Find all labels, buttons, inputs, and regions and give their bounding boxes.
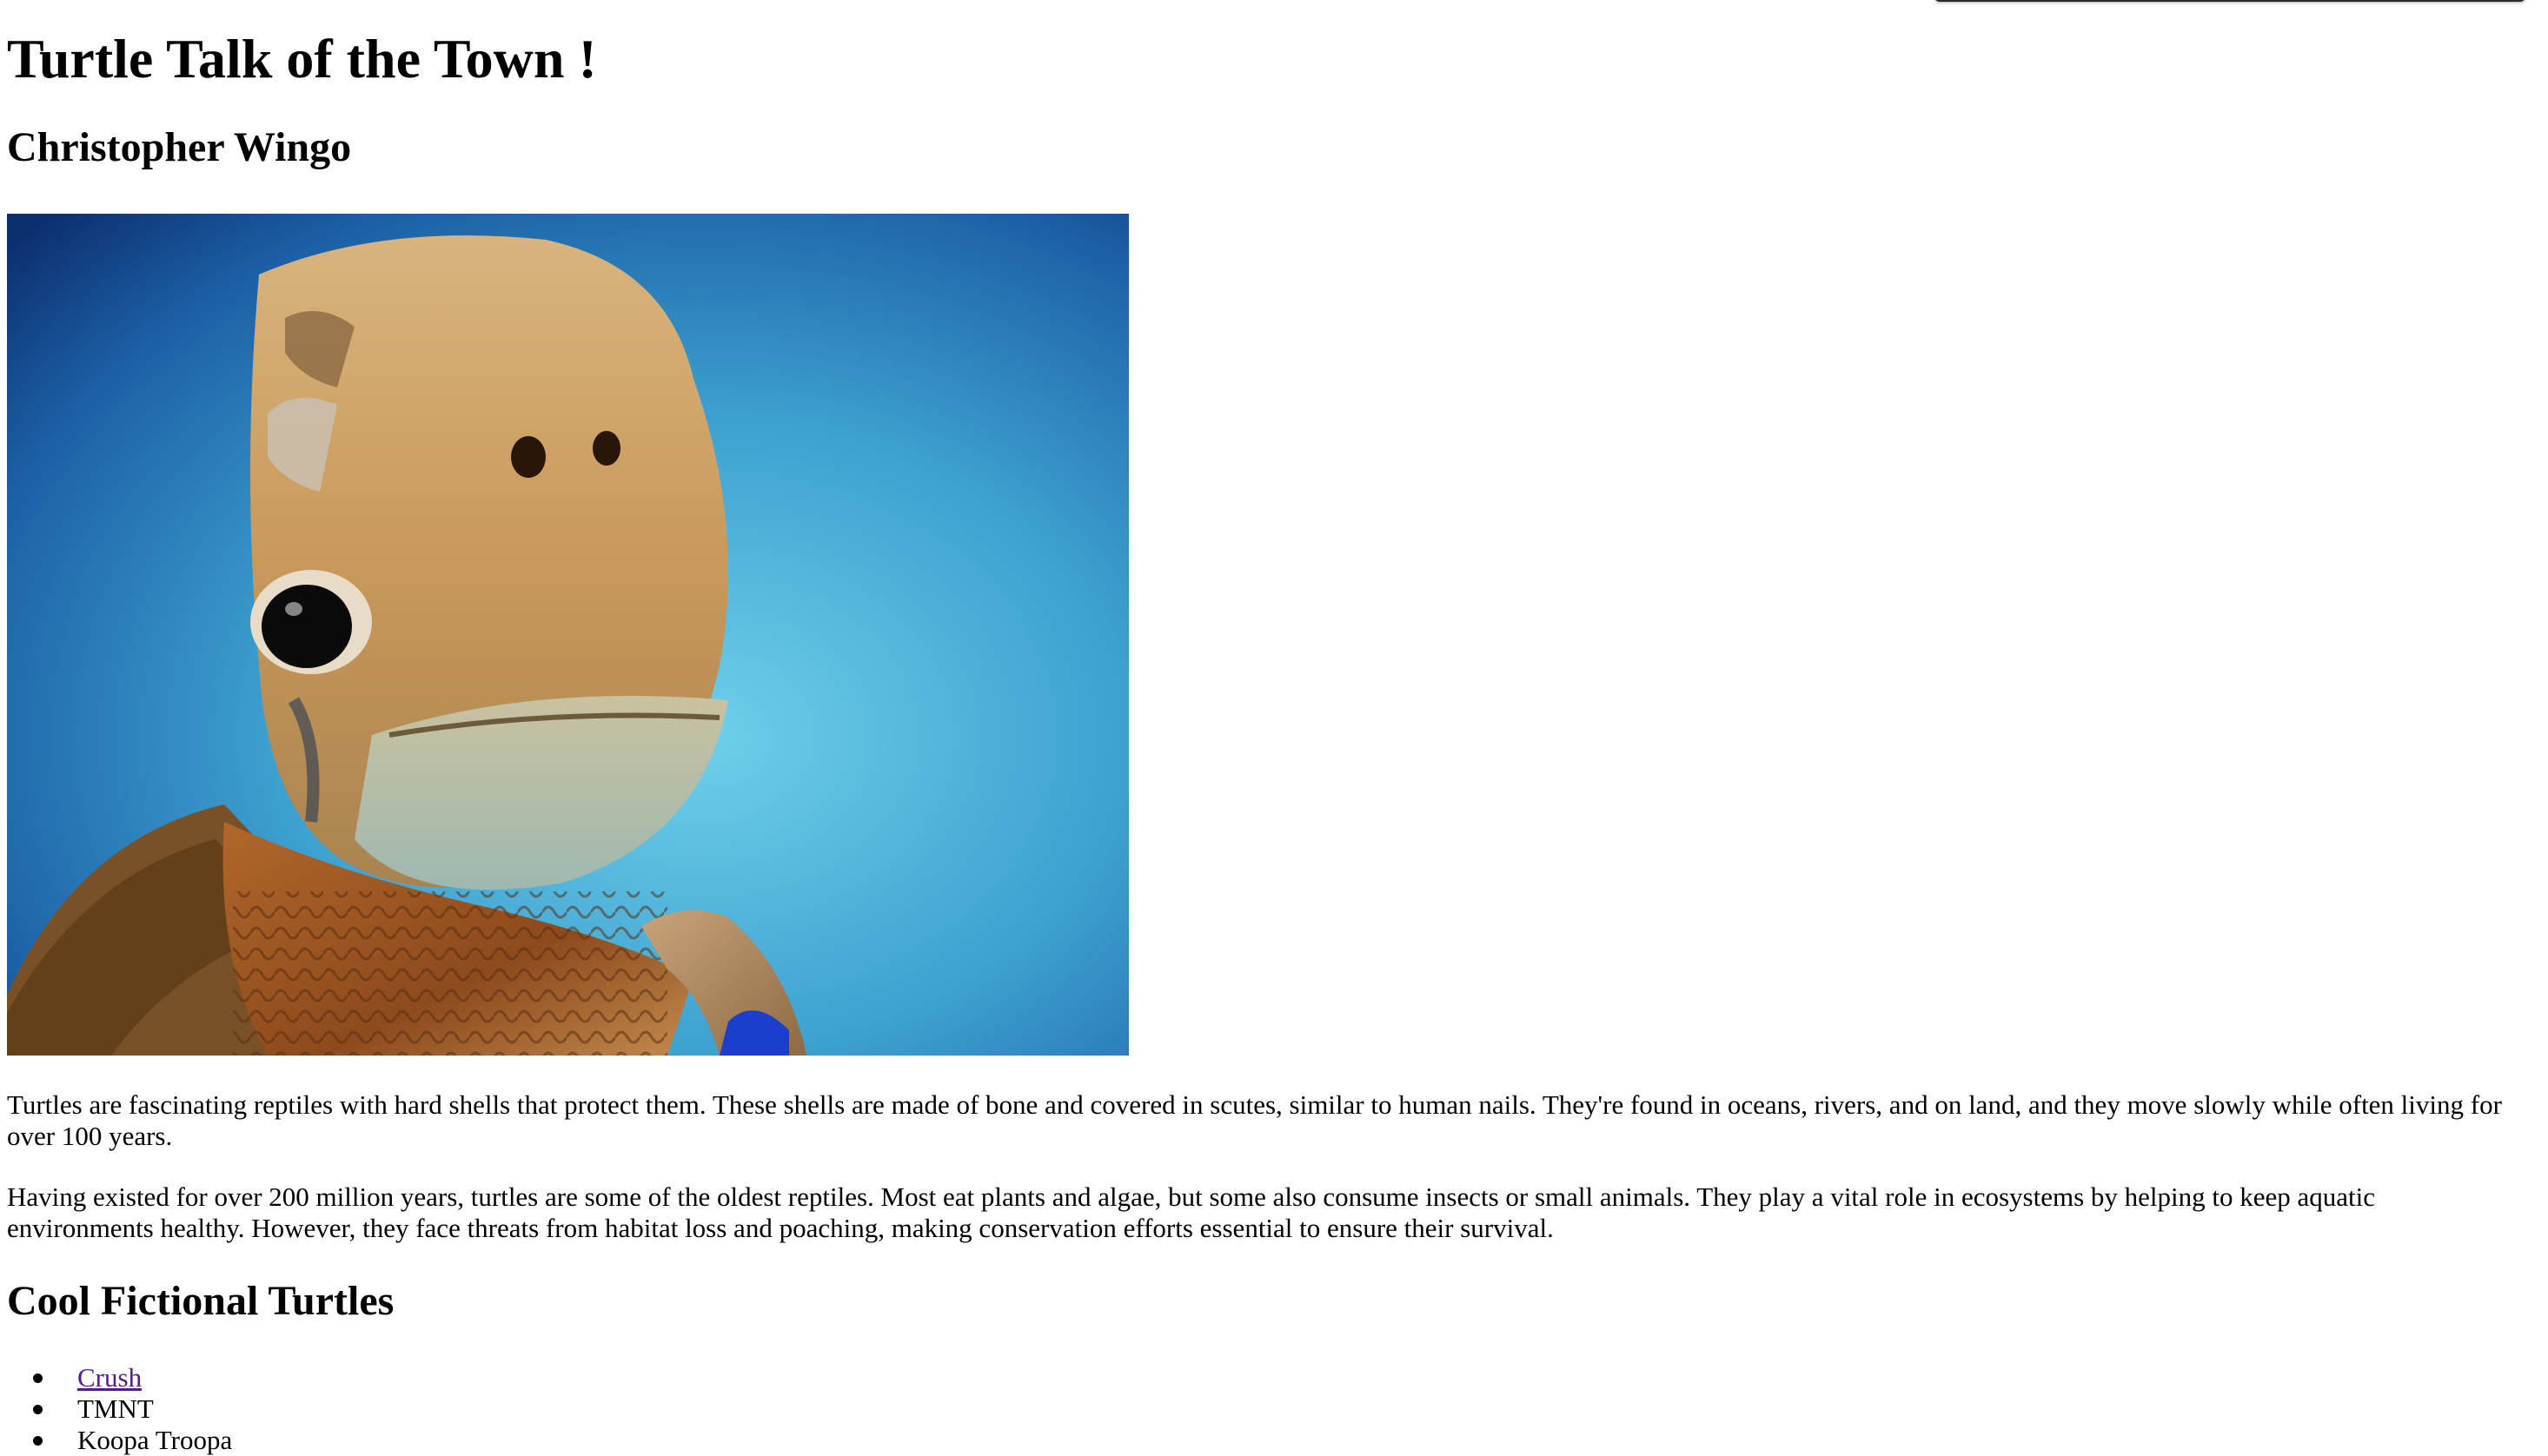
crush-link[interactable]: Crush — [77, 1362, 142, 1393]
bullet-icon — [33, 1373, 43, 1383]
page-title: Turtle Talk of the Town ! — [7, 28, 597, 89]
turtle-photo-illustration: 500px — [7, 214, 1129, 1056]
fictional-turtles-list: Crush TMNT Koopa Troopa — [7, 1362, 232, 1456]
list-item-label: TMNT — [77, 1393, 154, 1424]
browser-overlay-strip — [1934, 0, 2525, 2]
list-item: TMNT — [7, 1393, 232, 1425]
section-heading: Cool Fictional Turtles — [7, 1278, 395, 1324]
bullet-icon — [33, 1405, 43, 1414]
list-item: Koopa Troopa — [7, 1425, 232, 1456]
history-paragraph: Having existed for over 200 million year… — [7, 1181, 2376, 1243]
author-name: Christopher Wingo — [7, 124, 352, 170]
turtle-photo: 500px — [7, 214, 1129, 1056]
list-item-label: Koopa Troopa — [77, 1425, 233, 1455]
bullet-icon — [33, 1436, 43, 1446]
list-item: Crush — [7, 1362, 232, 1393]
intro-paragraph: Turtles are fascinating reptiles with ha… — [7, 1089, 2502, 1151]
